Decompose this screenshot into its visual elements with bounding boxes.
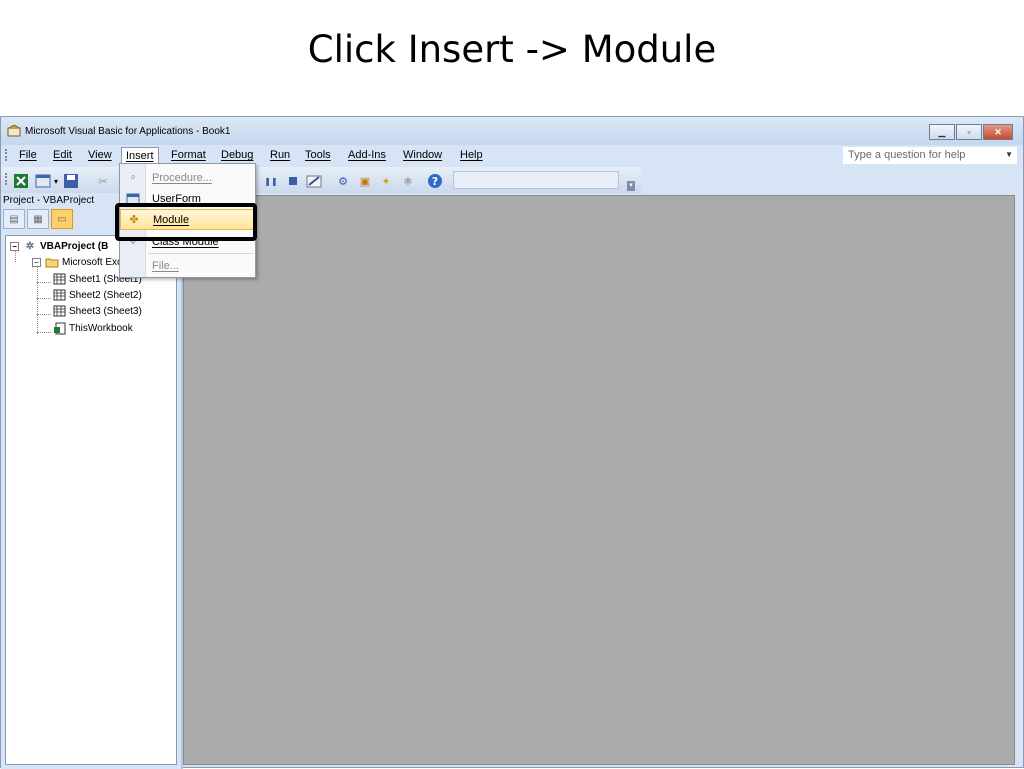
toolbox-icon[interactable]: ✱ xyxy=(400,173,416,189)
project-explorer-icon[interactable]: ⚙ xyxy=(335,173,351,189)
minimize-button[interactable]: ▁ xyxy=(929,124,955,140)
project-panel-toolbar: ▤ ▦ ▭ xyxy=(3,209,75,231)
reset-icon[interactable] xyxy=(285,173,301,189)
tree-node-sheet2[interactable]: Sheet2 (Sheet2) xyxy=(52,289,142,301)
cut-icon[interactable]: ✂ xyxy=(95,173,111,189)
project-panel-title: Project - VBAProject xyxy=(3,195,95,206)
help-search-placeholder: Type a question for help xyxy=(848,149,966,161)
tree-node-label: Sheet3 (Sheet3) xyxy=(69,305,142,317)
worksheet-icon xyxy=(52,289,66,301)
insert-userform-icon[interactable] xyxy=(35,173,51,189)
menu-tools[interactable]: Tools xyxy=(301,147,335,164)
collapse-icon[interactable]: − xyxy=(10,241,19,251)
toggle-folders-icon[interactable]: ▭ xyxy=(51,209,73,229)
view-object-icon[interactable]: ▦ xyxy=(27,209,49,229)
file-icon xyxy=(120,255,146,276)
excel-view-icon[interactable] xyxy=(13,173,29,189)
properties-window-icon[interactable]: ▣ xyxy=(357,173,373,189)
tree-connector xyxy=(37,298,51,299)
title-bar: Microsoft Visual Basic for Applications … xyxy=(1,117,1023,145)
menu-view[interactable]: View xyxy=(84,147,116,164)
module-callout-box xyxy=(115,203,257,241)
code-workspace xyxy=(183,195,1015,765)
tree-node-thisworkbook[interactable]: ThisWorkbook xyxy=(52,322,133,334)
tree-node-sheet3[interactable]: Sheet3 (Sheet3) xyxy=(52,305,142,317)
menu-help[interactable]: Help xyxy=(456,147,487,164)
menu-format[interactable]: Format xyxy=(167,147,210,164)
tree-node-label: Sheet2 (Sheet2) xyxy=(69,289,142,301)
help-search-box[interactable]: Type a question for help ▼ xyxy=(843,147,1017,164)
tree-node-excel-objects[interactable]: − Microsoft Exc xyxy=(32,256,122,268)
tree-connector xyxy=(37,332,51,333)
menu-insert[interactable]: Insert xyxy=(121,147,159,164)
close-button[interactable]: ✕ xyxy=(983,124,1013,140)
vba-app-icon xyxy=(7,125,21,137)
standard-toolbar: ▾ ✂ ❚❚ ⚙ ▣ ✦ ✱ ? ▾ xyxy=(1,167,641,193)
tree-node-label: Microsoft Exc xyxy=(62,256,123,268)
window-controls: ▁ ▫ ✕ xyxy=(929,124,1013,140)
project-tree: − ✲ VBAProject (B − Microsoft Exc Sheet1… xyxy=(5,235,177,765)
menubar-grip[interactable] xyxy=(5,149,7,161)
tree-connector xyxy=(37,264,38,334)
tree-connector xyxy=(37,314,51,315)
menu-file[interactable]: File xyxy=(15,147,41,164)
procedure-icon: ⚬ xyxy=(128,172,138,184)
tree-node-label: ThisWorkbook xyxy=(69,322,133,334)
menu-bar: File Edit View Insert Format Debug Run T… xyxy=(1,145,1023,165)
toolbar-options-icon[interactable]: ▾ xyxy=(627,181,635,191)
menu-run[interactable]: Run xyxy=(266,147,294,164)
workbook-icon xyxy=(52,322,66,334)
worksheet-icon xyxy=(52,273,66,285)
menu-debug[interactable]: Debug xyxy=(217,147,257,164)
svg-text:?: ? xyxy=(432,175,438,188)
menu-window[interactable]: Window xyxy=(399,147,446,164)
vbaproject-icon: ✲ xyxy=(25,240,35,252)
chevron-down-icon[interactable]: ▾ xyxy=(51,173,61,189)
chevron-down-icon[interactable]: ▼ xyxy=(1005,147,1013,163)
restore-button[interactable]: ▫ xyxy=(956,124,982,140)
break-icon[interactable]: ❚❚ xyxy=(263,173,279,189)
toolbar-grip[interactable] xyxy=(5,173,7,185)
menu-separator xyxy=(148,253,254,254)
tree-connector xyxy=(37,282,51,283)
object-browser-icon[interactable]: ✦ xyxy=(378,173,394,189)
design-mode-icon[interactable] xyxy=(306,173,322,189)
worksheet-icon xyxy=(52,305,66,317)
menu-item-file[interactable]: File... xyxy=(120,255,255,276)
project-explorer-panel: Project - VBAProject ▤ ▦ ▭ − ✲ VBAProjec… xyxy=(1,195,181,769)
collapse-icon[interactable]: − xyxy=(32,257,41,267)
menu-add-ins[interactable]: Add-Ins xyxy=(344,147,390,164)
view-code-icon[interactable]: ▤ xyxy=(3,209,25,229)
slide-title: Click Insert -> Module xyxy=(307,28,717,71)
folder-icon xyxy=(45,256,59,268)
help-icon[interactable]: ? xyxy=(427,173,443,189)
menu-item-procedure[interactable]: ⚬ Procedure... xyxy=(120,167,255,188)
menu-edit[interactable]: Edit xyxy=(49,147,76,164)
tree-node-label: VBAProject (B xyxy=(40,240,109,252)
tree-node-vbaproject[interactable]: − ✲ VBAProject (B xyxy=(10,240,108,252)
toolbar-position-field xyxy=(453,171,619,189)
save-icon[interactable] xyxy=(63,173,79,189)
window-title: Microsoft Visual Basic for Applications … xyxy=(25,126,231,137)
